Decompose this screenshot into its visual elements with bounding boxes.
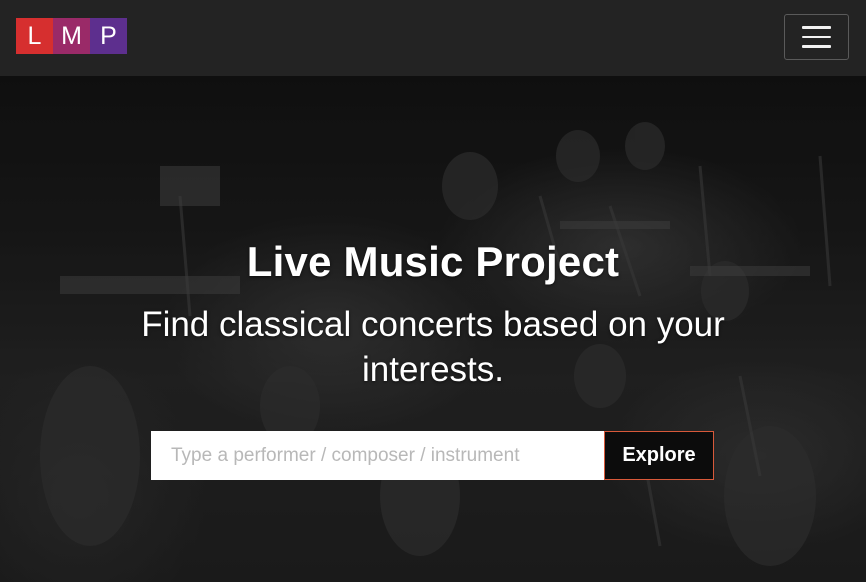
search-input[interactable] [151,431,604,480]
hamburger-menu-button[interactable] [784,14,849,60]
hamburger-menu-icon-bar [802,45,831,48]
page-title: Live Music Project [246,238,620,285]
hamburger-menu-icon-bar [802,26,831,29]
lmp-logo[interactable]: L M P [16,18,127,54]
logo-letter-l: L [16,18,53,54]
hamburger-menu-icon-bar [802,35,831,39]
logo-letter-m: M [53,18,90,54]
top-navbar: L M P [0,0,866,76]
explore-button[interactable]: Explore [604,431,714,480]
search-form: Explore [151,431,714,480]
hero-subtitle: Find classical concerts based on your in… [141,305,725,389]
hero-section: Live Music Project Find classical concer… [0,76,866,582]
logo-letter-p: P [90,18,127,54]
